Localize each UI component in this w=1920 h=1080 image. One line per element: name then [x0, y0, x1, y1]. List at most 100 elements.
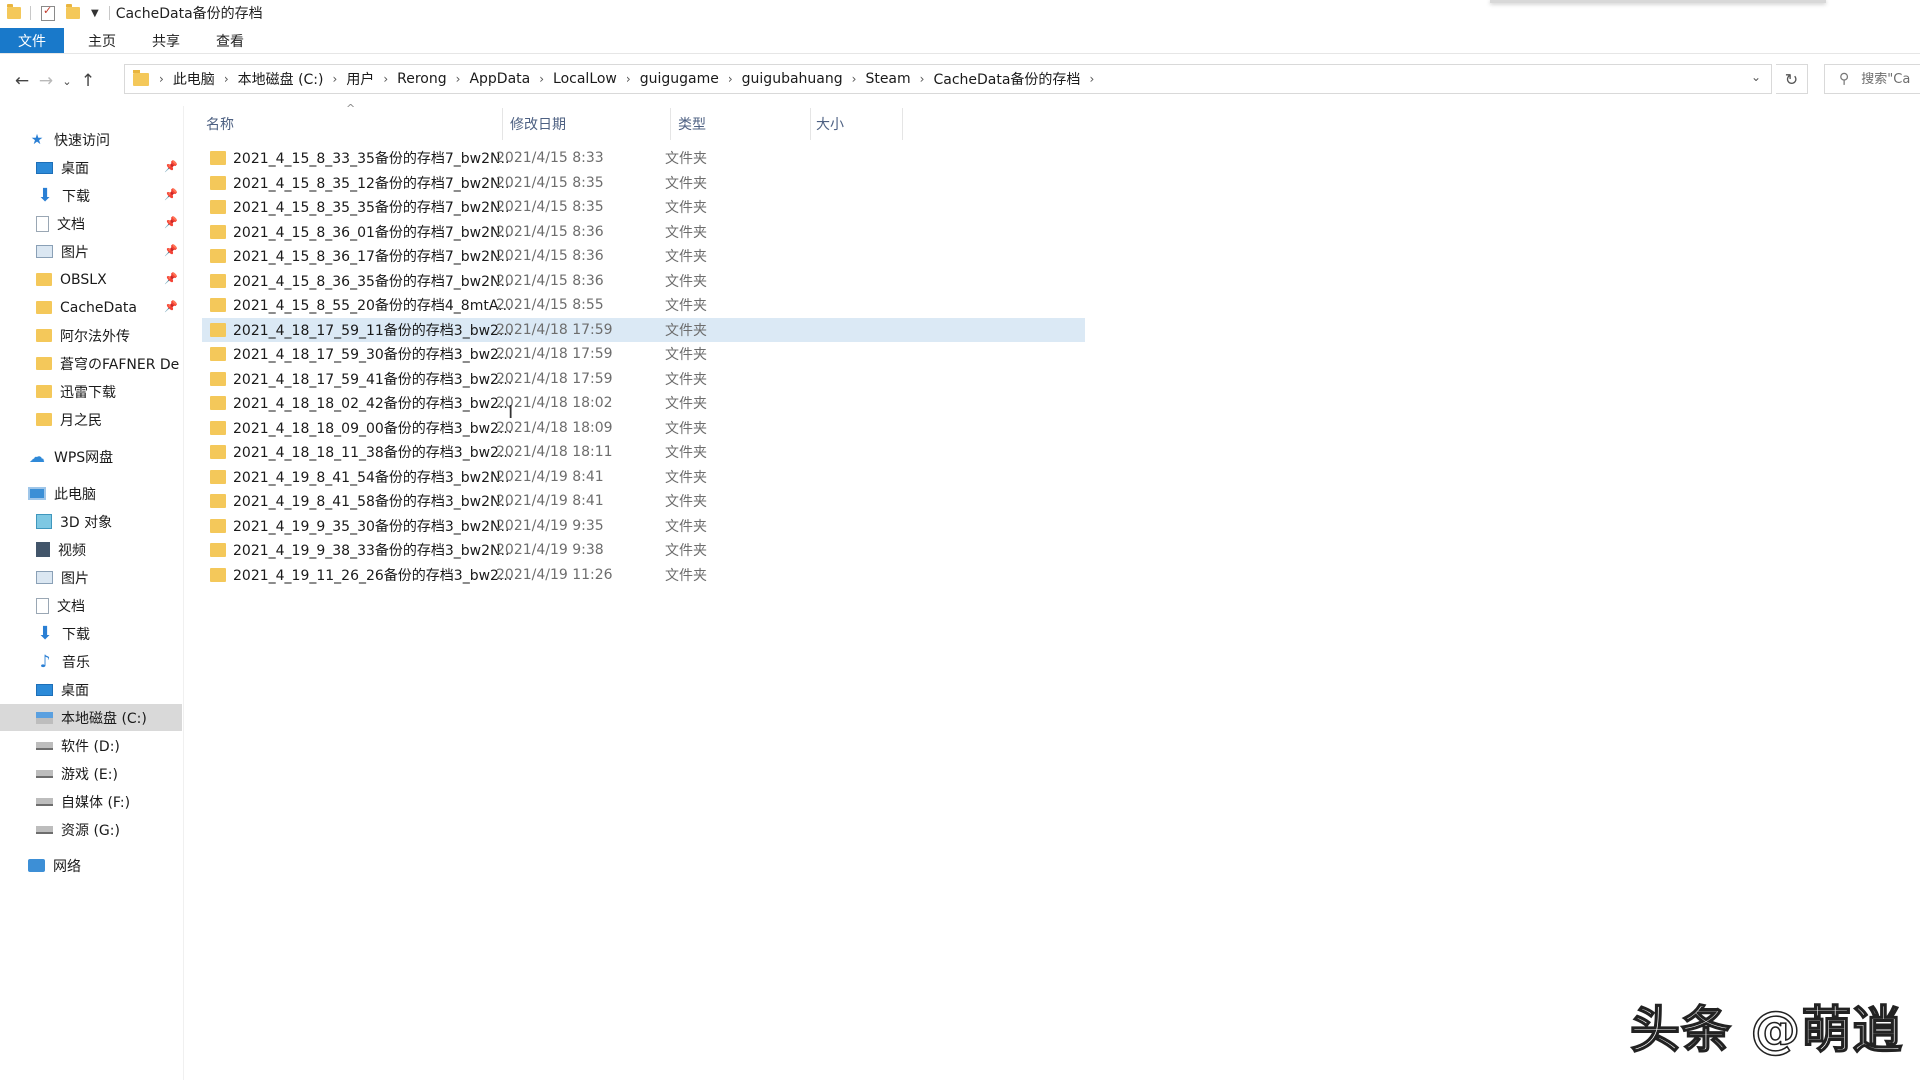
file-name[interactable]: 2021_4_15_8_35_35备份的存档7_bw2N...	[233, 197, 511, 217]
file-name[interactable]: 2021_4_18_17_59_11备份的存档3_bw2...	[233, 320, 511, 340]
nav-item-drive-g[interactable]: 资源 (G:)	[0, 816, 182, 843]
properties-icon[interactable]	[41, 4, 55, 21]
pin-icon[interactable]: 📌	[164, 272, 178, 285]
address-history-dropdown-icon[interactable]: ⌄	[1751, 70, 1761, 84]
file-name[interactable]: 2021_4_19_9_35_30备份的存档3_bw2N...	[233, 516, 511, 536]
file-name[interactable]: 2021_4_18_17_59_41备份的存档3_bw2...	[233, 369, 511, 389]
nav-item-pc-downloads[interactable]: ⬇ 下载	[0, 620, 182, 647]
breadcrumb-guigugame[interactable]: guigugame	[635, 71, 724, 87]
chevron-right-icon[interactable]: ›	[155, 72, 168, 86]
file-name[interactable]: 2021_4_19_9_38_33备份的存档3_bw2N...	[233, 540, 511, 560]
breadcrumb-local-disk-c[interactable]: 本地磁盘 (C:)	[233, 69, 329, 89]
pin-icon[interactable]: 📌	[164, 188, 178, 201]
chevron-right-icon[interactable]: ›	[329, 72, 342, 86]
up-arrow-icon[interactable]: ↑	[76, 67, 100, 95]
nav-item-music[interactable]: ♪ 音乐	[0, 648, 182, 675]
file-name[interactable]: 2021_4_15_8_36_17备份的存档7_bw2N...	[233, 246, 511, 266]
table-row[interactable]: 2021_4_19_8_41_58备份的存档3_bw2N... 2021/4/19…	[202, 489, 1085, 513]
nav-item-alpha-gaiden[interactable]: 阿尔法外传	[0, 322, 182, 349]
table-row[interactable]: 2021_4_19_9_35_30备份的存档3_bw2N... 2021/4/19…	[202, 514, 1085, 538]
table-row[interactable]: 2021_4_15_8_36_01备份的存档7_bw2N... 2021/4/15…	[202, 220, 1085, 244]
breadcrumb-steam[interactable]: Steam	[860, 71, 915, 87]
table-row[interactable]: 2021_4_15_8_35_35备份的存档7_bw2N... 2021/4/15…	[202, 195, 1085, 219]
nav-item-moon-people[interactable]: 月之民	[0, 406, 182, 433]
table-row[interactable]: 2021_4_18_18_02_42备份的存档3_bw2... 2021/4/18…	[202, 391, 1085, 415]
nav-item-pictures[interactable]: 图片 📌	[0, 238, 182, 265]
table-row[interactable]: 2021_4_18_17_59_30备份的存档3_bw2... 2021/4/18…	[202, 342, 1085, 366]
nav-item-3d-objects[interactable]: 3D 对象	[0, 508, 182, 535]
file-name[interactable]: 2021_4_19_8_41_54备份的存档3_bw2N...	[233, 467, 511, 487]
nav-quick-access[interactable]: ★ 快速访问	[0, 126, 182, 153]
chevron-right-icon[interactable]: ›	[848, 72, 861, 86]
chevron-right-icon[interactable]: ›	[724, 72, 737, 86]
chevron-right-icon[interactable]: ›	[452, 72, 465, 86]
column-divider[interactable]	[502, 108, 503, 140]
search-input[interactable]	[1861, 71, 1920, 87]
tab-file[interactable]: 文件	[0, 28, 64, 53]
file-name[interactable]: 2021_4_18_18_02_42备份的存档3_bw2...	[233, 393, 511, 413]
file-name[interactable]: 2021_4_15_8_36_35备份的存档7_bw2N...	[233, 271, 511, 291]
back-arrow-icon[interactable]: ←	[10, 67, 34, 95]
file-name[interactable]: 2021_4_18_17_59_30备份的存档3_bw2...	[233, 344, 511, 364]
table-row[interactable]: 2021_4_18_17_59_41备份的存档3_bw2... 2021/4/18…	[202, 367, 1085, 391]
refresh-icon[interactable]: ↻	[1776, 64, 1808, 94]
table-row[interactable]: 2021_4_15_8_35_12备份的存档7_bw2N... 2021/4/15…	[202, 171, 1085, 195]
column-header-type[interactable]: 类型	[678, 106, 706, 142]
nav-item-obslx[interactable]: OBSLX 📌	[0, 266, 182, 293]
breadcrumb-appdata[interactable]: AppData	[464, 71, 535, 87]
nav-network[interactable]: 网络	[0, 852, 182, 879]
nav-item-drive-e[interactable]: 游戏 (E:)	[0, 760, 182, 787]
pin-icon[interactable]: 📌	[164, 300, 178, 313]
table-row[interactable]: 2021_4_15_8_33_35备份的存档7_bw2N... 2021/4/15…	[202, 146, 1085, 170]
address-bar[interactable]: › 此电脑 › 本地磁盘 (C:) › 用户 › Rerong › AppDat…	[124, 64, 1772, 94]
table-row[interactable]: 2021_4_19_9_38_33备份的存档3_bw2N... 2021/4/19…	[202, 538, 1085, 562]
table-row[interactable]: 2021_4_19_11_26_26备份的存档3_bw2... 2021/4/19…	[202, 563, 1085, 587]
nav-item-drive-f[interactable]: 自媒体 (F:)	[0, 788, 182, 815]
nav-item-pc-pictures[interactable]: 图片	[0, 564, 182, 591]
table-row[interactable]: 2021_4_18_18_09_00备份的存档3_bw2... 2021/4/18…	[202, 416, 1085, 440]
table-row[interactable]: 2021_4_15_8_55_20备份的存档4_8mtA... 2021/4/15…	[202, 293, 1085, 317]
table-row[interactable]: 2021_4_18_17_59_11备份的存档3_bw2... 2021/4/18…	[202, 317, 1085, 342]
chevron-right-icon[interactable]: ›	[220, 72, 233, 86]
column-header-name[interactable]: 名称	[206, 106, 234, 142]
breadcrumb-cachedata-backup[interactable]: CacheData备份的存档	[928, 69, 1085, 89]
breadcrumb-locallow[interactable]: LocalLow	[548, 71, 622, 87]
nav-item-desktop[interactable]: 桌面 📌	[0, 154, 182, 181]
forward-arrow-icon[interactable]: →	[34, 67, 58, 95]
table-row[interactable]: 2021_4_18_18_11_38备份的存档3_bw2... 2021/4/18…	[202, 440, 1085, 464]
breadcrumb-users[interactable]: 用户	[341, 69, 379, 89]
pin-icon[interactable]: 📌	[164, 160, 178, 173]
column-divider[interactable]	[810, 108, 811, 140]
chevron-right-icon[interactable]: ›	[916, 72, 929, 86]
file-name[interactable]: 2021_4_18_18_11_38备份的存档3_bw2...	[233, 442, 511, 462]
chevron-right-icon[interactable]: ›	[535, 72, 548, 86]
nav-this-pc[interactable]: 此电脑	[0, 480, 182, 507]
file-name[interactable]: 2021_4_15_8_55_20备份的存档4_8mtA...	[233, 295, 511, 315]
breadcrumb-this-pc[interactable]: 此电脑	[168, 69, 220, 89]
nav-item-cachedata[interactable]: CacheData 📌	[0, 294, 182, 321]
file-name[interactable]: 2021_4_15_8_33_35备份的存档7_bw2N...	[233, 148, 511, 168]
nav-item-documents[interactable]: 文档 📌	[0, 210, 182, 237]
nav-item-local-disk-c[interactable]: 本地磁盘 (C:)	[0, 704, 182, 731]
column-header-date[interactable]: 修改日期	[510, 106, 566, 142]
customize-dropdown-icon[interactable]: ▼	[91, 8, 99, 19]
file-name[interactable]: 2021_4_15_8_36_01备份的存档7_bw2N...	[233, 222, 511, 242]
column-divider[interactable]	[670, 108, 671, 140]
column-header-size[interactable]: 大小	[816, 106, 844, 142]
nav-item-downloads[interactable]: ⬇ 下载 📌	[0, 182, 182, 209]
nav-wps-drive[interactable]: ☁ WPS网盘	[0, 443, 182, 470]
nav-item-videos[interactable]: 视频	[0, 536, 182, 563]
nav-item-pc-documents[interactable]: 文档	[0, 592, 182, 619]
chevron-right-icon[interactable]: ›	[622, 72, 635, 86]
pin-icon[interactable]: 📌	[164, 244, 178, 257]
tab-view[interactable]: 查看	[198, 28, 262, 53]
pin-icon[interactable]: 📌	[164, 216, 178, 229]
breadcrumb-guigubahuang[interactable]: guigubahuang	[737, 71, 848, 87]
search-box[interactable]: ⚲	[1824, 64, 1920, 94]
nav-item-thunder-downloads[interactable]: 迅雷下载	[0, 378, 182, 405]
chevron-right-icon[interactable]: ›	[379, 72, 392, 86]
recent-locations-chevron-icon[interactable]: ⌄	[58, 67, 76, 95]
file-name[interactable]: 2021_4_19_8_41_58备份的存档3_bw2N...	[233, 491, 511, 511]
file-name[interactable]: 2021_4_15_8_35_12备份的存档7_bw2N...	[233, 173, 511, 193]
chevron-right-icon[interactable]: ›	[1085, 72, 1098, 86]
